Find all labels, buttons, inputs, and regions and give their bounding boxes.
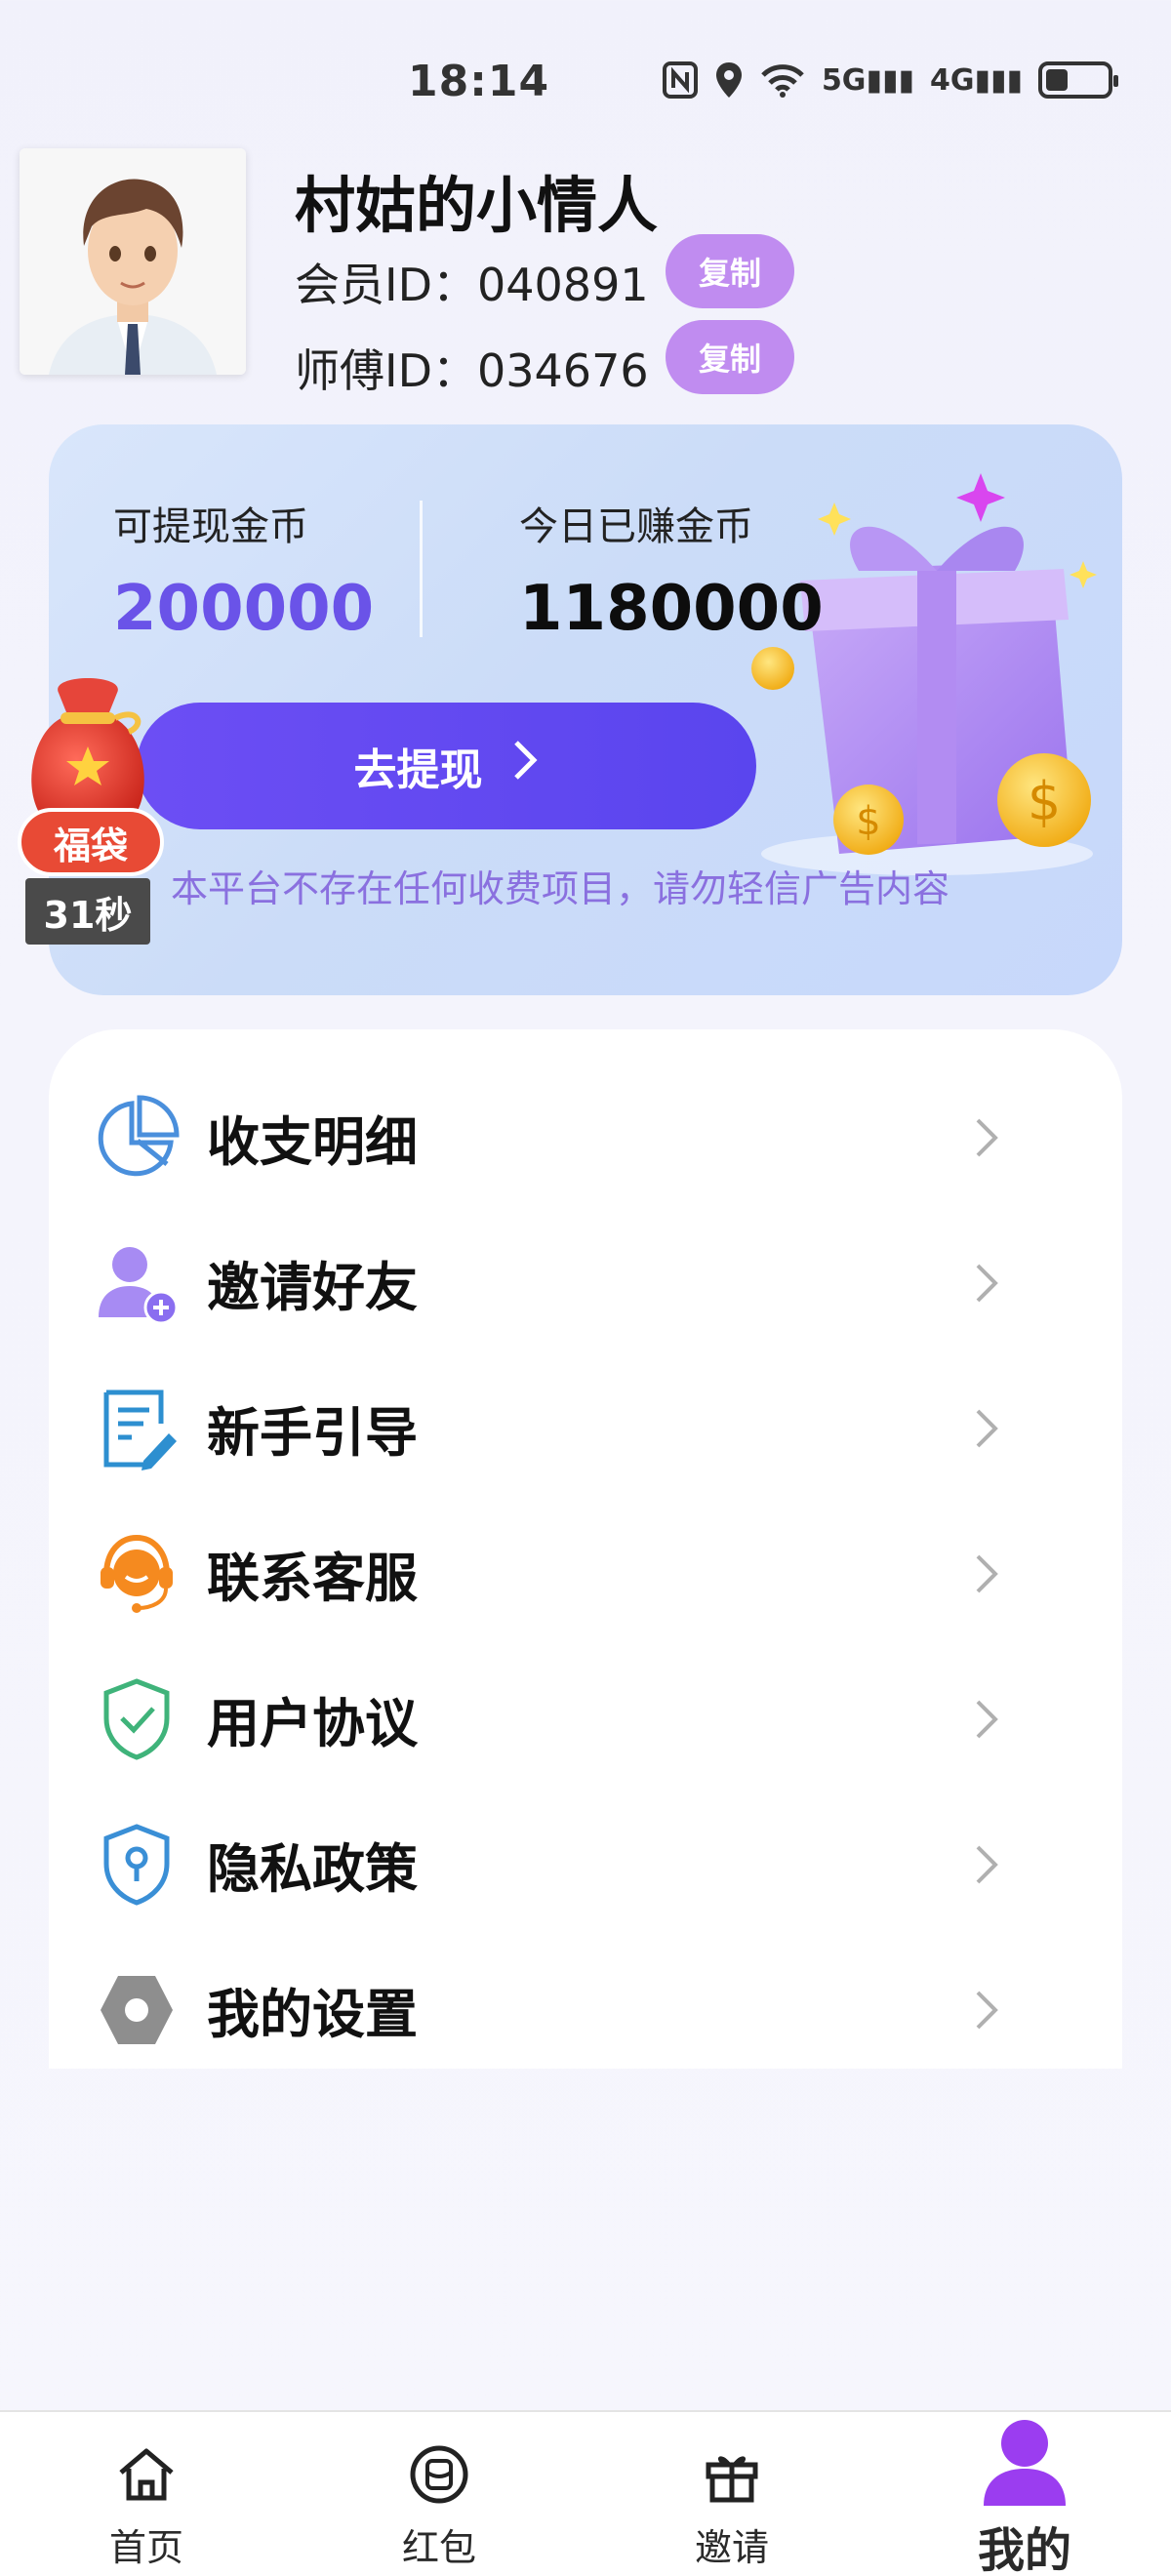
status-bar: 18:14 5G▮▮▮ 4G▮▮▮ — [0, 0, 1171, 146]
chevron-right-icon — [976, 1554, 998, 1592]
home-icon — [111, 2439, 182, 2510]
svg-text:$: $ — [1028, 771, 1061, 832]
status-time: 18:14 — [408, 57, 550, 106]
copy-master-id-button[interactable]: 复制 — [666, 320, 794, 394]
nav-tab-red-packet[interactable]: 红包 — [342, 2412, 537, 2576]
copy-member-id-button[interactable]: 复制 — [666, 234, 794, 308]
menu-item-label: 用户协议 — [207, 1693, 418, 1754]
menu-item-label: 新手引导 — [207, 1402, 418, 1464]
pie-chart-icon — [88, 1089, 185, 1187]
user-icon — [971, 2412, 1078, 2510]
menu-item-label: 邀请好友 — [207, 1257, 418, 1318]
chevron-right-icon — [976, 1264, 998, 1302]
avatar-illustration — [20, 148, 246, 375]
nav-tab-home[interactable]: 首页 — [49, 2412, 244, 2576]
notice-text: 本平台不存在任何收费项目，请勿轻信广告内容 — [171, 867, 950, 910]
nav-tab-invite[interactable]: 邀请 — [634, 2412, 829, 2576]
nickname: 村姑的小情人 — [295, 170, 659, 241]
lucky-bag-widget[interactable]: 福袋 31秒 — [10, 664, 166, 946]
chevron-right-icon — [976, 1118, 998, 1156]
location-icon — [715, 62, 742, 98]
menu-item-privacy-policy[interactable]: 隐私政策 — [49, 1791, 1122, 1937]
nfc-icon — [662, 61, 698, 99]
settings-hexagon-icon — [88, 1961, 185, 2059]
nav-tab-label: 邀请 — [694, 2526, 769, 2569]
wallet-divider — [420, 501, 423, 637]
wifi-icon — [761, 64, 804, 98]
avatar[interactable] — [20, 148, 246, 375]
master-id-row: 师傅ID：034676 — [295, 336, 649, 400]
net-label-4g: 4G — [929, 62, 975, 98]
menu-item-beginner-guide[interactable]: 新手引导 — [49, 1355, 1122, 1501]
nav-tab-label: 首页 — [108, 2526, 183, 2569]
today-earned-value: 1180000 — [519, 573, 824, 645]
chevron-right-icon — [976, 1845, 998, 1883]
menu-item-invite-friends[interactable]: 邀请好友 — [49, 1210, 1122, 1355]
menu-item-user-agreement[interactable]: 用户协议 — [49, 1646, 1122, 1791]
chevron-right-icon — [512, 739, 540, 793]
customer-service-icon — [88, 1525, 185, 1623]
lucky-bag-timer: 31秒 — [25, 878, 150, 945]
signal-5g-icon: 5G▮▮▮ — [821, 62, 914, 98]
today-earned-label: 今日已赚金币 — [519, 504, 753, 549]
shield-check-icon — [88, 1670, 185, 1768]
gift-icon — [697, 2439, 767, 2510]
menu-item-label: 隐私政策 — [207, 1838, 418, 1900]
menu-item-my-settings[interactable]: 我的设置 — [49, 1937, 1122, 2082]
lucky-bag-icon — [31, 678, 144, 825]
menu-list: 收支明细 邀请好友 新手引导 联系客服 用户协议 隐私政策 我的设置 — [49, 1029, 1122, 2069]
chevron-right-icon — [976, 1991, 998, 2029]
menu-item-label: 我的设置 — [207, 1984, 418, 2045]
menu-item-customer-service[interactable]: 联系客服 — [49, 1501, 1122, 1646]
menu-item-income-expense[interactable]: 收支明细 — [49, 1065, 1122, 1210]
battery-icon — [1038, 61, 1118, 99]
bottom-nav: 首页 红包 邀请 我的 — [0, 2410, 1171, 2576]
status-icons: 5G▮▮▮ 4G▮▮▮ — [662, 60, 1118, 100]
member-id-value: 040891 — [477, 259, 649, 311]
wallet-card: $ $ 可提现金币 200000 今日已赚金币 1180000 去提现 本平台不… — [49, 424, 1122, 995]
privacy-shield-icon — [88, 1816, 185, 1913]
net-label-5g: 5G — [821, 62, 867, 98]
nav-tab-label: 红包 — [401, 2526, 476, 2569]
chevron-right-icon — [976, 1700, 998, 1738]
withdrawable-value: 200000 — [113, 573, 375, 645]
gift-box-illustration: $ $ — [732, 463, 1122, 893]
withdraw-button[interactable]: 去提现 — [137, 703, 756, 829]
add-user-icon — [88, 1234, 185, 1332]
master-id-value: 034676 — [477, 344, 649, 397]
menu-item-label: 联系客服 — [207, 1548, 418, 1609]
member-id-row: 会员ID：040891 — [295, 250, 649, 314]
nav-tab-mine[interactable]: 我的 — [927, 2412, 1122, 2576]
menu-item-label: 收支明细 — [207, 1111, 418, 1173]
signal-4g-icon: 4G▮▮▮ — [929, 62, 1023, 98]
red-packet-icon — [404, 2439, 474, 2510]
svg-text:$: $ — [856, 799, 880, 844]
master-id-label: 师傅ID： — [295, 344, 477, 397]
nav-tab-label: 我的 — [977, 2523, 1071, 2576]
member-id-label: 会员ID： — [295, 259, 477, 311]
document-edit-icon — [88, 1380, 185, 1477]
lucky-bag-label: 福袋 — [18, 808, 164, 876]
withdrawable-label: 可提现金币 — [113, 504, 308, 549]
chevron-right-icon — [976, 1409, 998, 1447]
withdraw-button-label: 去提现 — [353, 745, 483, 795]
